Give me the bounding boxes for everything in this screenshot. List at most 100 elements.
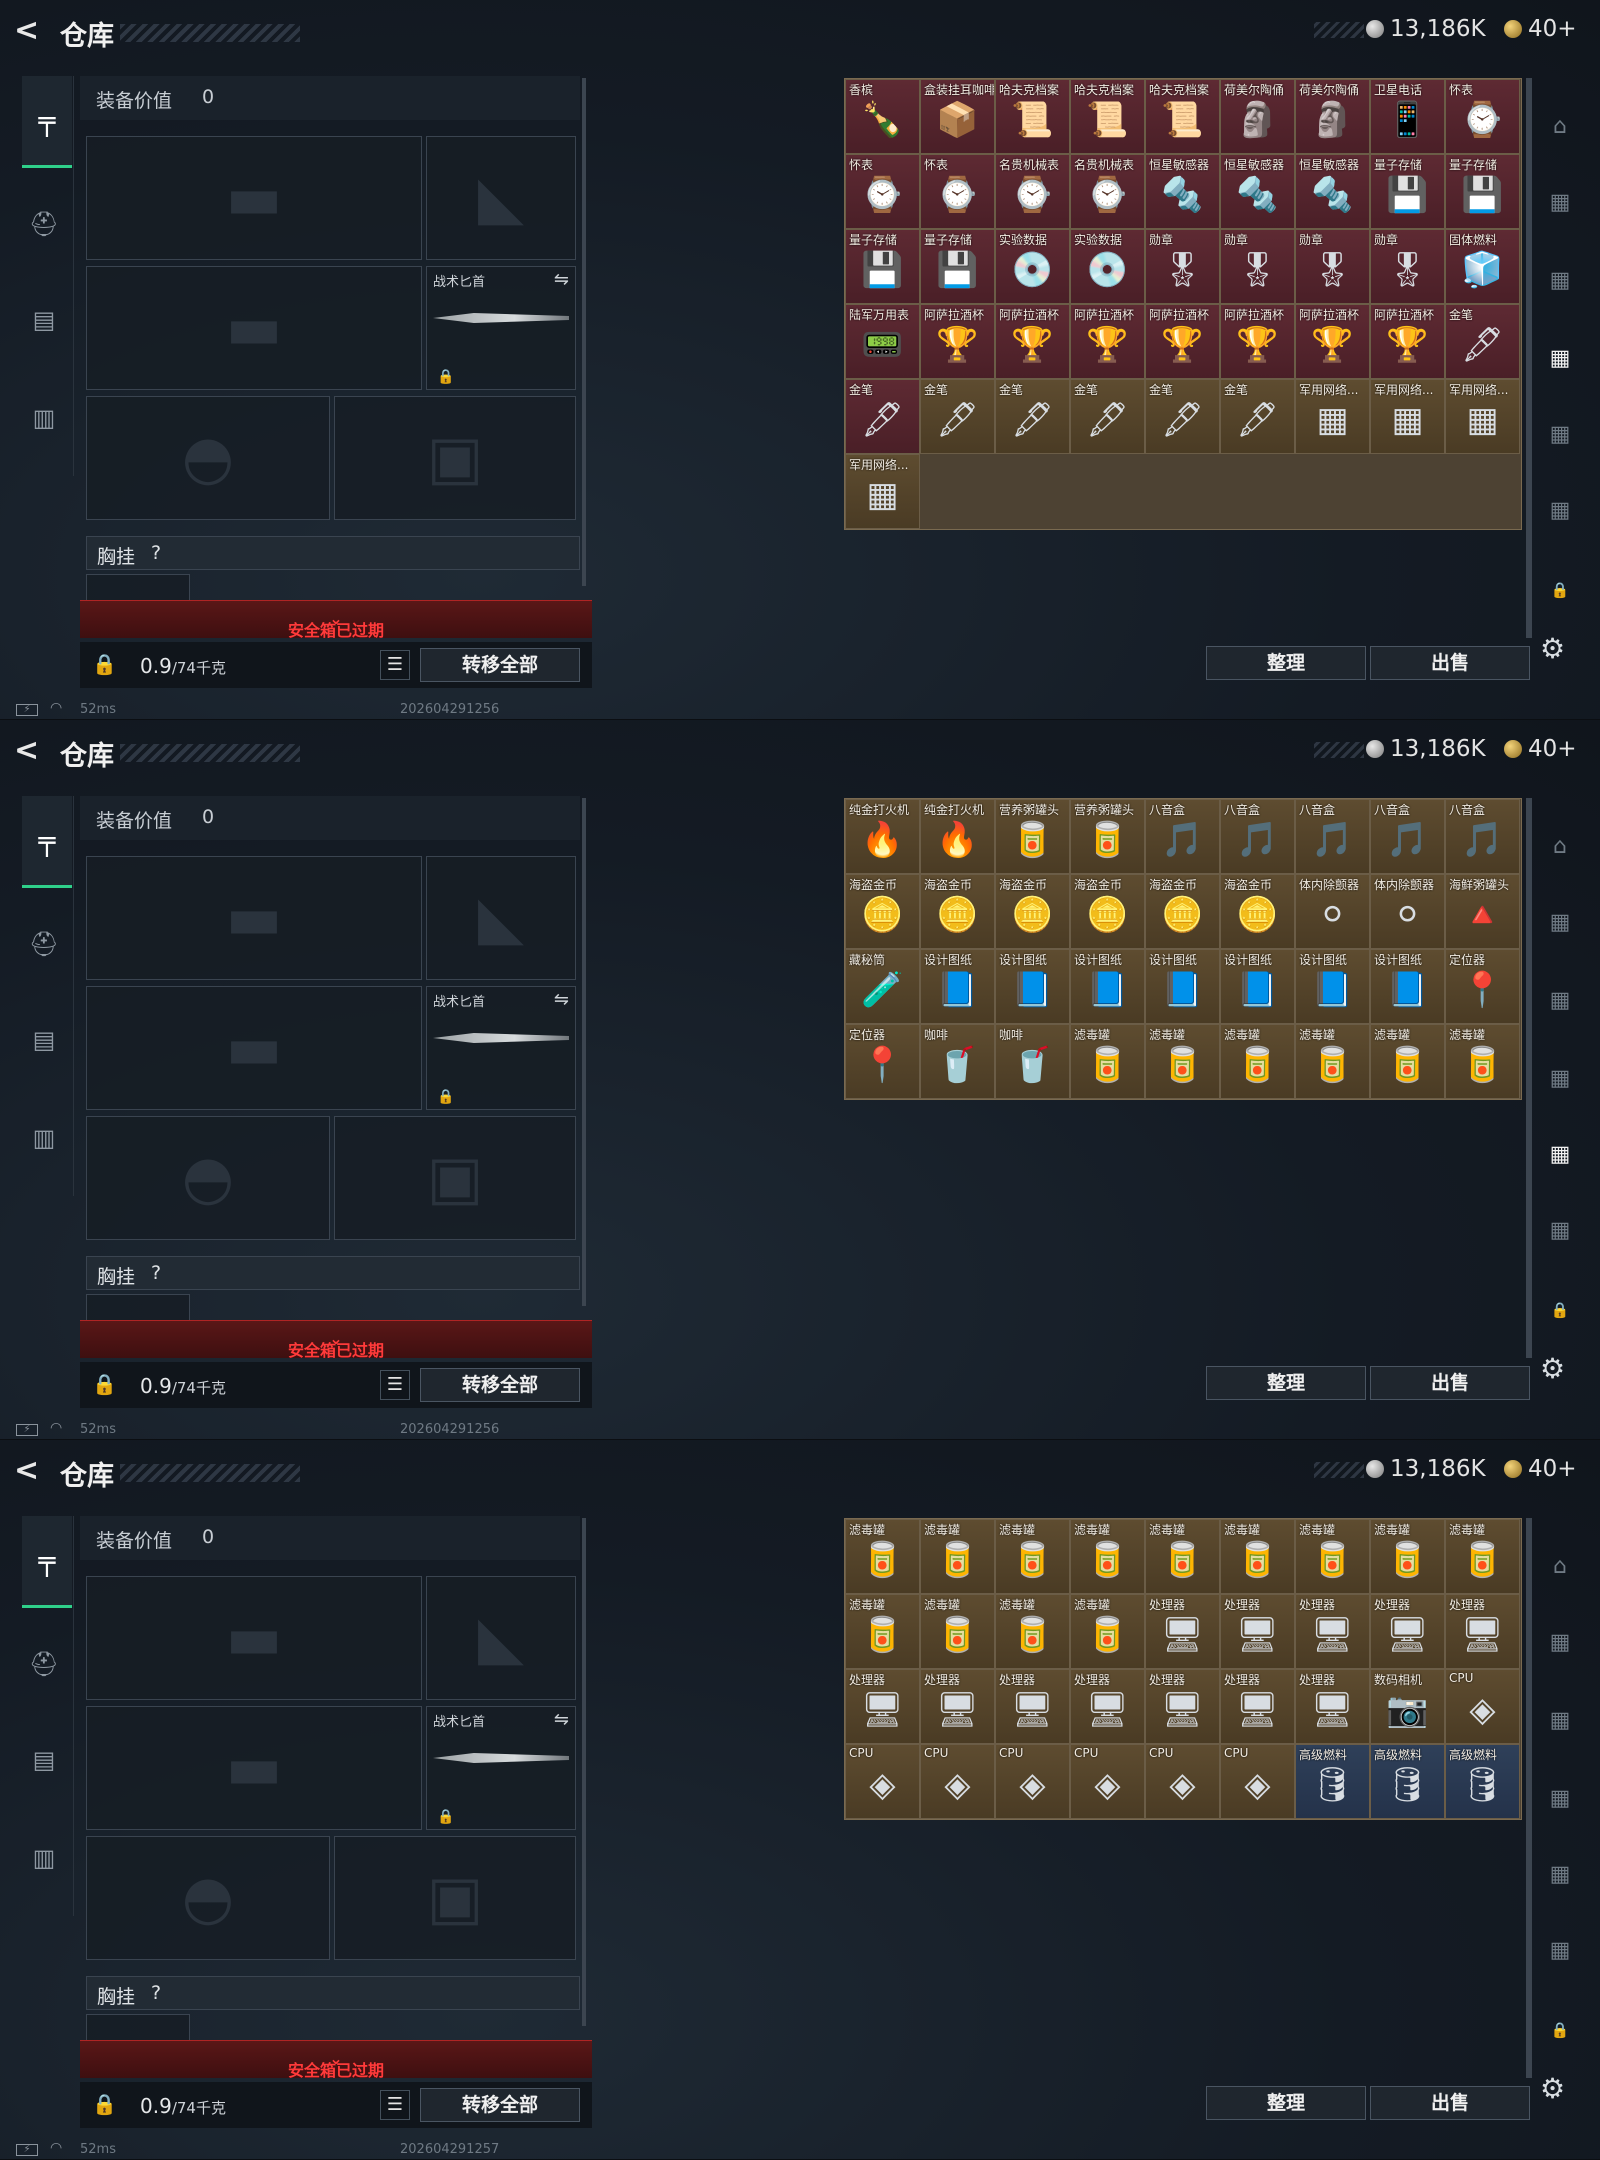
inventory-item[interactable]: 滤毒罐 🥫 [1445, 1519, 1520, 1594]
sell-button[interactable]: 出售 [1370, 646, 1530, 680]
inventory-item[interactable]: 高级燃料 🛢 [1370, 1744, 1445, 1819]
inventory-item[interactable]: 恒星敏感器 🔩 [1295, 154, 1370, 229]
inventory-item[interactable]: 恒星敏感器 🔩 [1145, 154, 1220, 229]
inventory-item[interactable]: CPU ◈ [1220, 1744, 1295, 1819]
stash-scrollbar[interactable] [1526, 78, 1532, 638]
inventory-item[interactable]: 八音盒 🎵 [1220, 799, 1295, 874]
inventory-item[interactable]: 金笔 🖋 [1220, 379, 1295, 454]
secondary-weapon-slot[interactable]: ▬ [86, 1706, 422, 1830]
inventory-item[interactable]: 八音盒 🎵 [1445, 799, 1520, 874]
inventory-item[interactable]: 哈夫克档案 📜 [1145, 79, 1220, 154]
inventory-item[interactable]: 量子存储 💾 [1370, 154, 1445, 229]
storage-tab-3-icon[interactable]: ▦ [1538, 1056, 1582, 1100]
knife-slot[interactable]: 战术匕首 ⇋ 🔒 [426, 266, 576, 390]
inventory-item[interactable]: 海盗金币 🪙 [1145, 874, 1220, 949]
inventory-item[interactable]: 实验数据 💿 [1070, 229, 1145, 304]
inventory-item[interactable]: 滤毒罐 🥫 [845, 1594, 920, 1669]
secondary-weapon-slot[interactable]: ▬ [86, 986, 422, 1110]
inventory-item[interactable]: 阿萨拉酒杯 🏆 [995, 304, 1070, 379]
inventory-item[interactable]: CPU ◈ [1445, 1669, 1520, 1744]
help-icon[interactable]: ? [151, 542, 161, 564]
inventory-item[interactable]: 陆军万用表 📟 [845, 304, 920, 379]
inventory-item[interactable]: 金笔 🖋 [920, 379, 995, 454]
help-icon[interactable]: ? [151, 1262, 161, 1284]
pistol-slot[interactable]: ◣ [426, 1576, 576, 1700]
inventory-item[interactable]: 处理器 🖥 [920, 1669, 995, 1744]
inventory-item[interactable]: 海盗金币 🪙 [845, 874, 920, 949]
locked-tab-icon[interactable]: 🔒 [1538, 2008, 1582, 2052]
armor-tab-icon[interactable]: ⛑ [22, 202, 66, 246]
back-icon[interactable]: < [14, 14, 44, 48]
inventory-item[interactable]: 咖啡 🥤 [995, 1024, 1070, 1099]
armor-tab-icon[interactable]: ⛑ [22, 1642, 66, 1686]
inventory-item[interactable]: 怀表 ⌚ [845, 154, 920, 229]
inventory-item[interactable]: 实验数据 💿 [995, 229, 1070, 304]
storage-tab-2-icon[interactable]: ▦ [1538, 258, 1582, 302]
inventory-item[interactable]: 滤毒罐 🥫 [1070, 1024, 1145, 1099]
inventory-item[interactable]: 体内除颤器 ⚪ [1370, 874, 1445, 949]
storage-tab-1-icon[interactable]: ▦ [1538, 900, 1582, 944]
helmet-slot[interactable]: ◓ [86, 1836, 330, 1960]
inventory-item[interactable]: 处理器 🖥 [1370, 1594, 1445, 1669]
knife-slot[interactable]: 战术匕首 ⇋ 🔒 [426, 1706, 576, 1830]
briefcase-tab-icon[interactable]: ▥ [22, 396, 66, 440]
inventory-item[interactable]: 设计图纸 📘 [920, 949, 995, 1024]
inventory-item[interactable]: 纯金打火机 🔥 [845, 799, 920, 874]
inventory-item[interactable]: 滤毒罐 🥫 [1370, 1024, 1445, 1099]
inventory-item[interactable]: 滤毒罐 🥫 [1295, 1519, 1370, 1594]
storage-tab-5-icon[interactable]: ▦ [1538, 1208, 1582, 1252]
inventory-item[interactable]: 金笔 🖋 [1070, 379, 1145, 454]
inventory-item[interactable]: 怀表 ⌚ [920, 154, 995, 229]
sort-button[interactable]: 整理 [1206, 2086, 1366, 2120]
chest-rig-row[interactable]: 胸挂 ? [86, 536, 580, 570]
inventory-item[interactable]: 滤毒罐 🥫 [1220, 1519, 1295, 1594]
inventory-item[interactable]: 纯金打火机 🔥 [920, 799, 995, 874]
inventory-item[interactable]: 阿萨拉酒杯 🏆 [920, 304, 995, 379]
equipment-scrollbar[interactable] [582, 1518, 586, 2026]
primary-weapon-slot[interactable]: ▬ [86, 136, 422, 260]
inventory-item[interactable]: 定位器 📍 [1445, 949, 1520, 1024]
weapon-tab-icon[interactable]: ╤ [22, 1516, 72, 1608]
sort-button[interactable]: 整理 [1206, 1366, 1366, 1400]
storage-tab-4-icon[interactable]: ▦ [1538, 1132, 1582, 1176]
safe-box-expired-banner[interactable]: 安全箱已过期 ⌄ [80, 2040, 592, 2080]
inventory-item[interactable]: 海盗金币 🪙 [1070, 874, 1145, 949]
inventory-item[interactable]: 阿萨拉酒杯 🏆 [1070, 304, 1145, 379]
armor-slot[interactable]: ▣ [334, 1836, 576, 1960]
knife-slot[interactable]: 战术匕首 ⇋ 🔒 [426, 986, 576, 1110]
warehouse-tab-icon[interactable]: ⌂ [1538, 104, 1582, 148]
armor-slot[interactable]: ▣ [334, 1116, 576, 1240]
inventory-item[interactable]: 体内除颤器 ⚪ [1295, 874, 1370, 949]
inventory-item[interactable]: 处理器 🖥 [1295, 1669, 1370, 1744]
inventory-item[interactable]: 滤毒罐 🥫 [920, 1519, 995, 1594]
inventory-item[interactable]: 滤毒罐 🥫 [995, 1519, 1070, 1594]
transfer-all-button[interactable]: 转移全部 [420, 2088, 580, 2122]
inventory-item[interactable]: 高级燃料 🛢 [1295, 1744, 1370, 1819]
inventory-item[interactable]: 滤毒罐 🥫 [995, 1594, 1070, 1669]
briefcase-tab-icon[interactable]: ▥ [22, 1116, 66, 1160]
inventory-item[interactable]: CPU ◈ [845, 1744, 920, 1819]
inventory-item[interactable]: 荷美尔陶俑 🗿 [1220, 79, 1295, 154]
inventory-item[interactable]: 滤毒罐 🥫 [920, 1594, 995, 1669]
inventory-item[interactable]: 滤毒罐 🥫 [1070, 1519, 1145, 1594]
inventory-item[interactable]: 营养粥罐头 🥫 [1070, 799, 1145, 874]
settings-gear-icon[interactable]: ⚙ [1540, 1352, 1565, 1385]
inventory-item[interactable]: 海盗金币 🪙 [995, 874, 1070, 949]
inventory-item[interactable]: 阿萨拉酒杯 🏆 [1220, 304, 1295, 379]
inventory-item[interactable]: 处理器 🖥 [1220, 1594, 1295, 1669]
inventory-item[interactable]: 阿萨拉酒杯 🏆 [1295, 304, 1370, 379]
weapon-tab-icon[interactable]: ╤ [22, 76, 72, 168]
inventory-item[interactable]: 哈夫克档案 📜 [995, 79, 1070, 154]
inventory-item[interactable]: 固体燃料 🧊 [1445, 229, 1520, 304]
chest-rig-row[interactable]: 胸挂 ? [86, 1256, 580, 1290]
inventory-item[interactable]: 恒星敏感器 🔩 [1220, 154, 1295, 229]
warehouse-tab-icon[interactable]: ⌂ [1538, 824, 1582, 868]
storage-tab-5-icon[interactable]: ▦ [1538, 1928, 1582, 1972]
inventory-item[interactable]: 滤毒罐 🥫 [1145, 1024, 1220, 1099]
inventory-item[interactable]: 金笔 🖋 [995, 379, 1070, 454]
inventory-item[interactable]: 勋章 🎖 [1295, 229, 1370, 304]
primary-weapon-slot[interactable]: ▬ [86, 1576, 422, 1700]
swap-icon[interactable]: ⇋ [554, 989, 569, 1010]
inventory-item[interactable]: 设计图纸 📘 [1220, 949, 1295, 1024]
inventory-item[interactable]: 营养粥罐头 🥫 [995, 799, 1070, 874]
